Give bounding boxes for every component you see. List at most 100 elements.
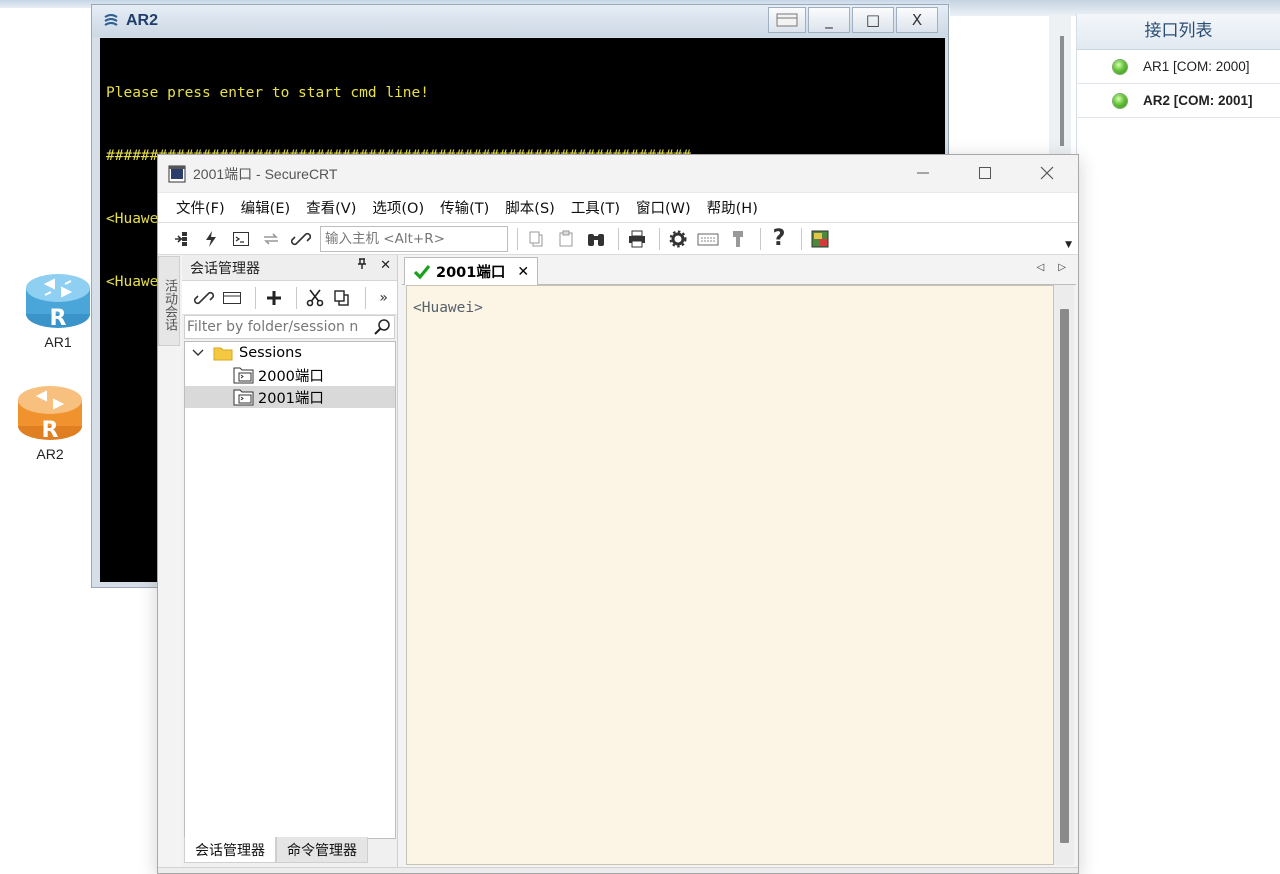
- key-icon[interactable]: [725, 226, 751, 252]
- menu-file[interactable]: 文件(F): [168, 197, 233, 218]
- session-manager-pane: 会话管理器 ✕ » Filter by folder/session n Ses…: [182, 255, 398, 869]
- settings-icon[interactable]: [665, 226, 691, 252]
- session-filter-input[interactable]: Filter by folder/session n: [184, 315, 395, 339]
- toolbar-separator: [659, 227, 660, 250]
- tree-item-session-selected[interactable]: 2001端口: [185, 386, 395, 408]
- device-ar1[interactable]: R AR1: [20, 270, 96, 350]
- copy-icon[interactable]: [333, 285, 352, 311]
- interface-item-label: AR2 [COM: 2001]: [1143, 93, 1253, 108]
- filter-placeholder: Filter by folder/session n: [187, 319, 359, 335]
- search-icon: [373, 318, 391, 338]
- toolbar-separator: [760, 227, 761, 250]
- interface-item-ar2[interactable]: AR2 [COM: 2001]: [1077, 84, 1280, 118]
- folder-icon: [213, 347, 233, 361]
- canvas-scrollbar-thumb[interactable]: [1060, 36, 1064, 146]
- close-icon: [1040, 166, 1054, 180]
- toolbar-separator: [296, 286, 298, 309]
- maximize-button[interactable]: [954, 155, 1016, 191]
- svg-text:R: R: [50, 306, 67, 331]
- terminal-scrollbar-thumb[interactable]: [1060, 309, 1069, 843]
- close-icon[interactable]: ✕: [380, 258, 391, 274]
- session-manager-title: 会话管理器: [190, 260, 260, 277]
- session-tab-bar: 2001端口 ✕ ◁ ▷: [402, 255, 1076, 285]
- new-tab-icon[interactable]: [222, 285, 242, 311]
- ar2-window-title: AR2: [126, 12, 159, 29]
- link-icon[interactable]: [288, 226, 314, 252]
- session-pane-tabs: 会话管理器 命令管理器: [182, 837, 398, 863]
- router-icon: R: [26, 274, 90, 331]
- close-button[interactable]: [1016, 155, 1078, 191]
- tab-scroll-left-icon[interactable]: ◁: [1037, 262, 1045, 273]
- terminal-line: <Huawei>: [413, 300, 483, 316]
- tab-session-2001[interactable]: 2001端口 ✕: [404, 257, 538, 285]
- terminal-icon[interactable]: [228, 226, 254, 252]
- find-icon[interactable]: [583, 226, 609, 252]
- window-layout-icon: [776, 13, 798, 27]
- device-label-ar1: AR1: [44, 334, 72, 350]
- add-icon[interactable]: [265, 285, 284, 311]
- console-line: Please press enter to start cmd line!: [106, 85, 430, 101]
- maximize-icon: [979, 167, 991, 179]
- tab-command-manager[interactable]: 命令管理器: [276, 837, 368, 863]
- reconnect-icon[interactable]: [258, 226, 284, 252]
- copy-icon[interactable]: [523, 226, 549, 252]
- tree-folder-label: Sessions: [239, 345, 302, 361]
- close-button[interactable]: X: [896, 7, 938, 33]
- checkmark-icon: [413, 264, 431, 279]
- host-input[interactable]: 输入主机 <Alt+R>: [320, 225, 508, 252]
- status-led-icon: [1113, 59, 1127, 74]
- session-manager-header: 会话管理器 ✕: [182, 255, 397, 281]
- toolbar: 输入主机 <Alt+R> ? ▼: [158, 222, 1078, 255]
- status-bar: [158, 867, 1078, 873]
- help-icon[interactable]: ?: [766, 226, 792, 252]
- device-ar2[interactable]: R AR2: [12, 382, 88, 462]
- link-icon[interactable]: [194, 285, 214, 311]
- menu-options[interactable]: 选项(O): [364, 197, 432, 218]
- tab-scroll-right-icon[interactable]: ▷: [1058, 262, 1066, 273]
- menu-script[interactable]: 脚本(S): [497, 197, 563, 218]
- menu-bar: 文件(F) 编辑(E) 查看(V) 选项(O) 传输(T) 脚本(S) 工具(T…: [158, 192, 1078, 222]
- connect-bar-icon[interactable]: [168, 226, 194, 252]
- tab-close-icon[interactable]: ✕: [517, 264, 529, 280]
- paste-icon[interactable]: [553, 226, 579, 252]
- print-icon[interactable]: [624, 226, 650, 252]
- terminal-output[interactable]: <Huawei>: [406, 285, 1054, 865]
- tree-item-session[interactable]: 2000端口: [185, 364, 395, 386]
- interface-list-panel: 接口列表 AR1 [COM: 2000] AR2 [COM: 2001]: [1076, 14, 1280, 874]
- menu-view[interactable]: 查看(V): [298, 197, 364, 218]
- pin-icon[interactable]: [356, 258, 368, 274]
- menu-window[interactable]: 窗口(W): [628, 197, 699, 218]
- toolbar-overflow-icon[interactable]: ▼: [1065, 240, 1072, 250]
- restore-window-button[interactable]: [768, 7, 806, 33]
- lightning-icon[interactable]: [198, 226, 224, 252]
- securecrt-app-icon: [168, 165, 186, 182]
- cut-icon[interactable]: [306, 285, 325, 311]
- interface-item-ar1[interactable]: AR1 [COM: 2000]: [1077, 50, 1280, 84]
- maximize-button[interactable]: □: [852, 7, 894, 33]
- sftp-icon[interactable]: [807, 226, 833, 252]
- toolbar-separator: [364, 286, 366, 309]
- chevron-down-icon[interactable]: [191, 348, 205, 358]
- interface-item-label: AR1 [COM: 2000]: [1143, 59, 1250, 74]
- menu-tools[interactable]: 工具(T): [563, 197, 628, 218]
- session-tree: Sessions 2000端口 2001端口: [184, 341, 396, 839]
- menu-help[interactable]: 帮助(H): [699, 197, 766, 218]
- tab-session-manager[interactable]: 会话管理器: [184, 837, 276, 863]
- tree-item-label: 2000端口: [258, 368, 324, 385]
- toolbar-separator: [801, 227, 802, 250]
- menu-transfer[interactable]: 传输(T): [432, 197, 497, 218]
- menu-edit[interactable]: 编辑(E): [233, 197, 298, 218]
- minimize-button[interactable]: _: [808, 7, 850, 33]
- securecrt-window: 2001端口 - SecureCRT 文件(F) 编辑(E) 查看(V) 选项(…: [157, 154, 1079, 874]
- toolbar-separator: [517, 227, 518, 250]
- toolbar-separator: [255, 286, 256, 309]
- tab-label: 2001端口: [436, 265, 506, 281]
- svg-text:R: R: [42, 418, 59, 443]
- minimize-button[interactable]: [892, 155, 954, 191]
- keymap-icon[interactable]: [695, 226, 721, 252]
- active-sessions-tab[interactable]: 活动会话: [158, 256, 180, 346]
- session-icon: [233, 389, 254, 406]
- more-icon[interactable]: »: [374, 285, 393, 311]
- ensp-logo-icon: [104, 14, 118, 26]
- tree-folder-sessions[interactable]: Sessions: [185, 342, 395, 364]
